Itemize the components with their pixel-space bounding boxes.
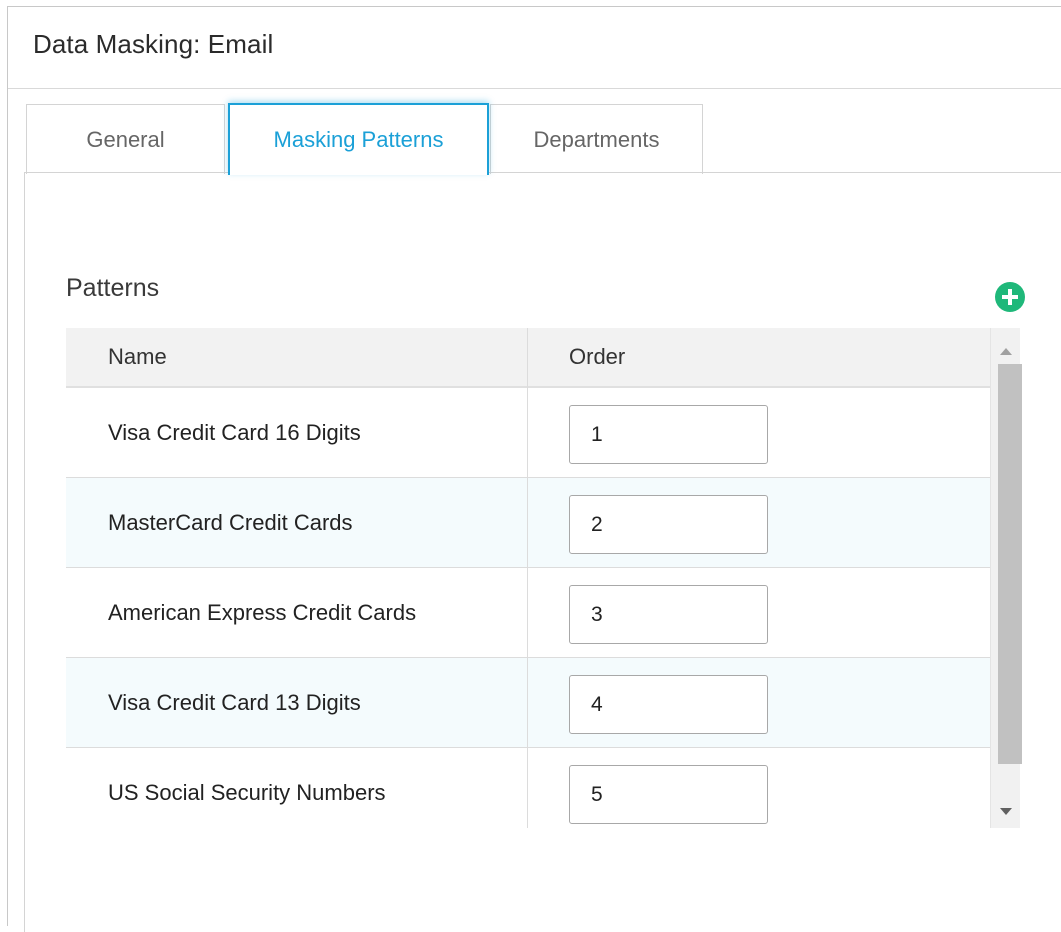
- tab-general[interactable]: General: [26, 104, 225, 174]
- scrollbar-thumb[interactable]: [998, 364, 1022, 764]
- scroll-up-button[interactable]: [991, 336, 1021, 366]
- order-input[interactable]: 4: [569, 675, 768, 734]
- table-row[interactable]: Visa Credit Card 16 Digits 1: [66, 388, 990, 478]
- order-input[interactable]: 2: [569, 495, 768, 554]
- add-pattern-button[interactable]: [995, 282, 1025, 312]
- patterns-heading: Patterns: [66, 274, 160, 302]
- tab-label: Departments: [533, 126, 660, 152]
- pattern-name: Visa Credit Card 13 Digits: [108, 690, 361, 715]
- pattern-name: MasterCard Credit Cards: [108, 510, 353, 535]
- table-row[interactable]: Visa Credit Card 13 Digits 4: [66, 658, 990, 748]
- table-scrollbar[interactable]: [990, 328, 1022, 828]
- tab-label: Masking Patterns: [273, 127, 444, 152]
- pattern-name: American Express Credit Cards: [108, 600, 417, 625]
- order-input[interactable]: 3: [569, 585, 768, 644]
- pattern-name: Visa Credit Card 16 Digits: [108, 420, 361, 445]
- patterns-table: Name Order Visa Credit Card 16 Digits 1 …: [66, 328, 990, 828]
- dialog-header: Data Masking: Email: [8, 7, 1061, 89]
- tab-departments[interactable]: Departments: [490, 104, 703, 174]
- column-divider: [527, 328, 528, 828]
- order-input[interactable]: 5: [569, 765, 768, 824]
- arrow-down-icon: [1000, 807, 1012, 815]
- column-header-name[interactable]: Name: [108, 328, 167, 386]
- order-input[interactable]: 1: [569, 405, 768, 464]
- tab-masking-patterns[interactable]: Masking Patterns: [228, 103, 489, 175]
- table-header: Name Order: [66, 328, 990, 388]
- table-row[interactable]: American Express Credit Cards 3: [66, 568, 990, 658]
- pattern-name: US Social Security Numbers: [108, 780, 386, 805]
- arrow-up-icon: [1000, 347, 1012, 355]
- tab-label: General: [86, 126, 165, 152]
- column-header-order[interactable]: Order: [569, 328, 625, 386]
- table-row[interactable]: US Social Security Numbers 5: [66, 748, 990, 828]
- scroll-down-button[interactable]: [991, 796, 1021, 826]
- page-title: Data Masking: Email: [33, 29, 274, 59]
- table-row[interactable]: MasterCard Credit Cards 2: [66, 478, 990, 568]
